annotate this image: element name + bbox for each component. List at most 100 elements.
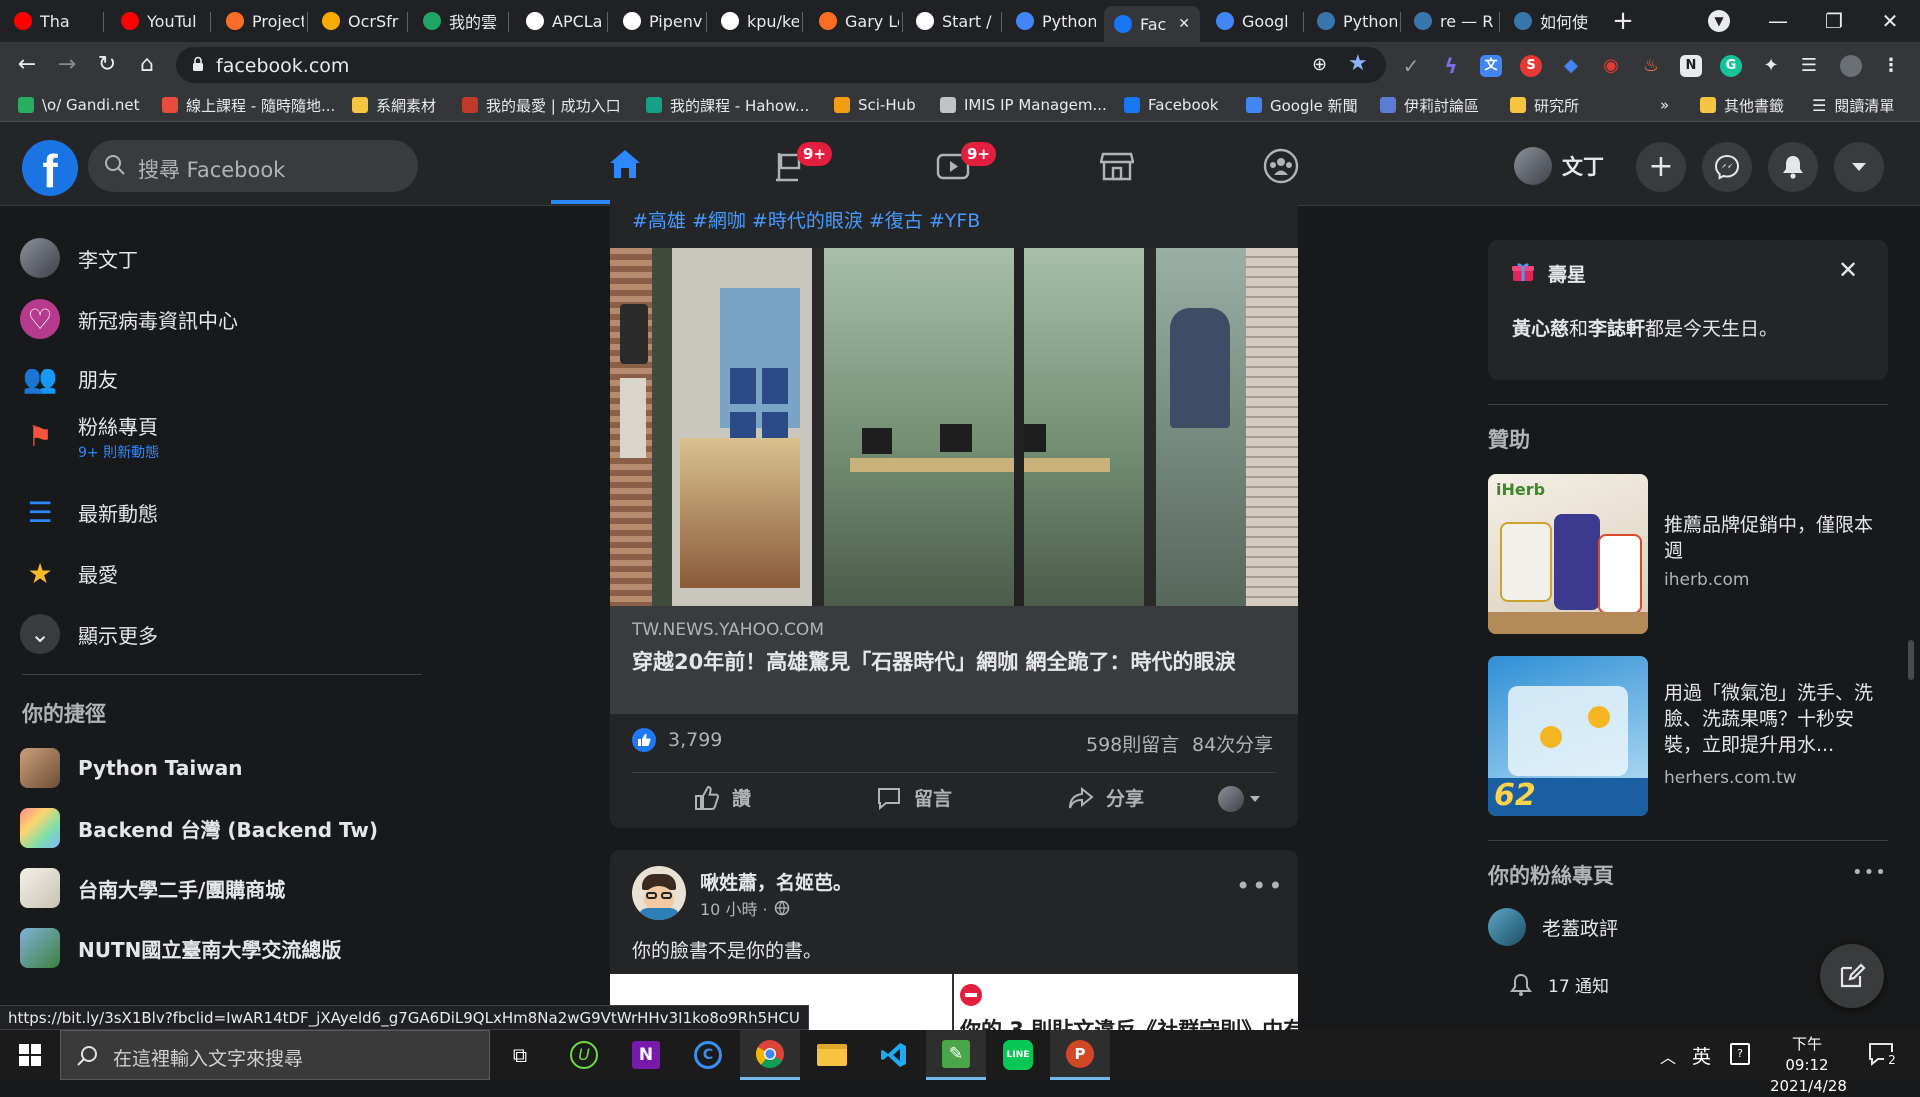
taskbar-app-line[interactable]: LINE [988, 1030, 1048, 1080]
browser-tab[interactable]: Tha [4, 6, 100, 36]
close-tab-icon[interactable]: ✕ [1178, 16, 1190, 32]
page-scrollbar[interactable] [1908, 640, 1914, 680]
notifications-button[interactable] [1768, 142, 1818, 192]
browser-tab[interactable]: OcrSfr [312, 6, 404, 36]
taskbar-app-chrome[interactable] [740, 1030, 800, 1080]
sidebar-item[interactable]: ⚑ 粉絲專頁 9+ 則新動態 [20, 410, 159, 462]
page-item[interactable]: 老蓋政評 [1488, 908, 1618, 946]
browser-tab[interactable]: Start / [906, 6, 998, 36]
author-avatar[interactable] [632, 866, 686, 920]
browser-tab[interactable]: YouTul [111, 6, 207, 36]
create-button[interactable]: + [1636, 142, 1686, 192]
tray-chevron-icon[interactable]: ︿ [1660, 1044, 1676, 1068]
bookmark-star-icon[interactable]: ★ [1348, 51, 1368, 76]
reaction-audience-selector[interactable] [1218, 786, 1260, 812]
taskbar-app-browser[interactable]: C [678, 1030, 738, 1080]
close-window-button[interactable]: ✕ [1870, 6, 1910, 36]
shortcut-item[interactable]: Python Taiwan [20, 742, 242, 794]
browser-tab[interactable]: Python [1006, 6, 1096, 36]
other-bookmarks-folder[interactable]: 其他書籤 [1700, 94, 1784, 116]
link-preview-image[interactable] [610, 248, 1298, 606]
ime-mode-icon[interactable]: ? [1730, 1043, 1750, 1065]
zoom-icon[interactable]: ⊕ [1312, 54, 1327, 75]
fire-extension-icon[interactable]: ♨ [1640, 55, 1662, 77]
tab-active[interactable]: Fac ✕ [1104, 6, 1200, 42]
address-bar[interactable]: facebook.com ⊕ ★ [176, 47, 1386, 83]
grammarly-extension-icon[interactable]: G [1720, 55, 1742, 77]
sidebar-item[interactable]: ♡ 新冠病毒資訊中心 [20, 293, 238, 345]
taskbar-app-vscode[interactable] [864, 1030, 924, 1080]
ad-item[interactable]: iHerb 推薦品牌促銷中，僅限本週 iherb.com [1488, 474, 1888, 634]
comment-button[interactable]: 留言 [876, 784, 952, 811]
bookmark-item[interactable]: 研究所 [1510, 94, 1579, 116]
share-count[interactable]: 84次分享 [1192, 730, 1273, 757]
sidebar-item[interactable]: 李文丁 [20, 232, 138, 284]
translate-extension-icon[interactable]: 文 [1480, 55, 1502, 77]
task-view-button[interactable]: ⧉ [490, 1030, 550, 1080]
sidebar-item[interactable]: ☰ 最新動態 [20, 486, 158, 538]
profile-chip[interactable]: 文丁 [1514, 146, 1604, 186]
post-timestamp[interactable]: 10 小時 · [700, 896, 768, 920]
reading-list-icon[interactable]: ☰ [1798, 55, 1820, 77]
forward-button[interactable]: → [52, 50, 82, 80]
taskbar-search-input[interactable]: 在這裡輸入文字來搜尋 [60, 1030, 490, 1080]
browser-tab[interactable]: 我的雲 [413, 6, 505, 36]
browser-tab[interactable]: Project [216, 6, 304, 36]
taskbar-app-onenote[interactable]: N [616, 1030, 676, 1080]
start-button[interactable] [0, 1030, 60, 1080]
bookmark-item[interactable]: 系網素材 [352, 94, 436, 116]
browser-tab[interactable]: re — R [1404, 6, 1496, 36]
ime-indicator[interactable]: 英 [1692, 1042, 1711, 1069]
taskbar-clock[interactable]: 下午 09:12 2021/4/28 [1770, 1034, 1847, 1097]
browser-tab[interactable]: 如何使 [1504, 6, 1598, 36]
reload-button[interactable]: ↻ [92, 50, 122, 80]
close-icon[interactable]: ✕ [1838, 256, 1858, 284]
sidebar-item[interactable]: ★ 最愛 [20, 547, 118, 599]
browser-tab[interactable]: Python [1307, 6, 1397, 36]
pages-more-options-icon[interactable]: ••• [1852, 862, 1887, 883]
browser-tab[interactable]: Googl [1206, 6, 1300, 36]
facebook-search-input[interactable]: 搜尋 Facebook [88, 140, 418, 192]
facebook-logo-icon[interactable]: f [22, 140, 78, 197]
bookmark-item[interactable]: Facebook [1124, 94, 1218, 116]
lightning-extension-icon[interactable]: ϟ [1440, 55, 1462, 77]
reading-list-button[interactable]: ☰ 閱讀清單 [1812, 94, 1894, 116]
browser-tab[interactable]: Gary Lo [809, 6, 899, 36]
bookmark-item[interactable]: 伊莉討論區 [1380, 94, 1479, 116]
minimize-button[interactable]: — [1758, 6, 1798, 36]
link-info-panel[interactable]: TW.NEWS.YAHOO.COM 穿越20年前！高雄驚見「石器時代」網咖 網全… [610, 606, 1298, 714]
post-hashtags[interactable]: #高雄 #網咖 #時代的眼淚 #復古 #YFB [632, 206, 980, 233]
s-extension-icon[interactable]: S [1520, 55, 1542, 77]
browser-tab[interactable]: kpu/ke [711, 6, 799, 36]
comment-count[interactable]: 598則留言 [1086, 730, 1179, 757]
bookmarks-overflow-chevron[interactable]: » [1660, 94, 1669, 116]
post-author-name[interactable]: 啾姓蕭，名姬芭。 [700, 868, 852, 895]
taskbar-app-pen[interactable]: ✎ [926, 1030, 986, 1080]
bookmark-item[interactable]: 我的最愛 | 成功入口 [462, 94, 621, 116]
notion-extension-icon[interactable]: N [1680, 55, 1702, 77]
bookmark-item[interactable]: Google 新聞 [1246, 94, 1358, 116]
kebab-menu-icon[interactable]: ⋮ [1880, 55, 1902, 77]
browser-tab[interactable]: Pipenv [613, 6, 703, 36]
shortcut-item[interactable]: NUTN國立臺南大學交流總版 [20, 922, 341, 974]
taskbar-app-file-explorer[interactable] [802, 1030, 862, 1080]
taskbar-app-powerpoint[interactable]: P [1050, 1030, 1110, 1080]
sidebar-item[interactable]: 👥 朋友 [20, 352, 118, 404]
messenger-button[interactable] [1702, 142, 1752, 192]
diamond-extension-icon[interactable]: ◆ [1560, 55, 1582, 77]
shortcut-item[interactable]: 台南大學二手/團購商城 [20, 862, 285, 914]
bookmark-item[interactable]: Sci-Hub [834, 94, 916, 116]
back-button[interactable]: ← [12, 50, 42, 80]
new-message-button[interactable] [1820, 944, 1884, 1008]
puzzle-extensions-icon[interactable]: ✦ [1760, 55, 1782, 77]
new-tab-button[interactable]: + [1608, 6, 1638, 36]
record-extension-icon[interactable]: ◉ [1600, 55, 1622, 77]
post-more-options-icon[interactable]: ••• [1236, 874, 1284, 898]
notification-center-button[interactable]: 2 [1868, 1042, 1902, 1070]
ad-item[interactable]: 62 用過「微氣泡」洗手、洗臉、洗蔬果嗎？十秒安裝，立即提升用水... herh… [1488, 656, 1888, 816]
home-button[interactable]: ⌂ [132, 50, 162, 80]
sidebar-item[interactable]: ⌄ 顯示更多 [20, 608, 158, 660]
maximize-button[interactable]: ❐ [1814, 6, 1854, 36]
page-notifications[interactable]: 17 通知 [1510, 972, 1609, 997]
share-button[interactable]: 分享 [1068, 784, 1144, 811]
